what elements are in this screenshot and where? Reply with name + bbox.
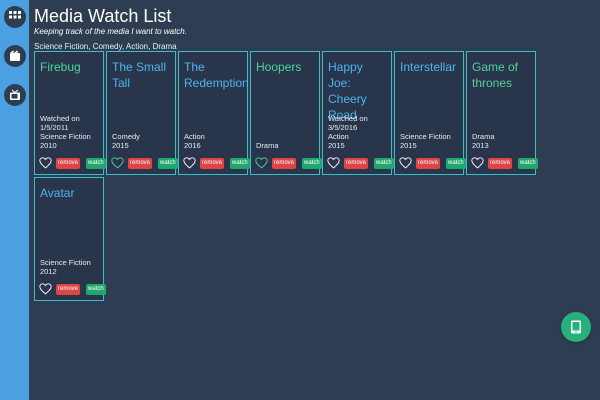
remove-button[interactable]: remove (128, 157, 153, 169)
watch-button[interactable]: watch (230, 157, 250, 169)
grid-icon (9, 11, 21, 19)
remove-button[interactable]: remove (56, 157, 81, 169)
tv-icon (10, 89, 20, 100)
heart-icon[interactable] (39, 157, 52, 169)
card-actions: remove watch (255, 157, 322, 169)
media-card: The Redemption Action 2016 remove watch (178, 51, 250, 175)
media-info: Action 2016 (184, 132, 205, 150)
watch-button[interactable]: watch (446, 157, 466, 169)
media-title[interactable]: Game of thrones (472, 59, 532, 91)
watch-button[interactable]: watch (86, 157, 106, 169)
watch-button[interactable]: watch (374, 157, 394, 169)
media-title[interactable]: Hoopers (256, 59, 316, 75)
remove-button[interactable]: remove (416, 157, 441, 169)
media-info-line: Watched on (328, 114, 368, 123)
media-title[interactable]: The Small Tall (112, 59, 172, 91)
heart-icon[interactable] (255, 157, 268, 169)
media-info-line: Action (184, 132, 205, 141)
page-subtitle: Keeping track of the media I want to wat… (34, 27, 187, 36)
media-info-line: 3/5/2016 (328, 123, 358, 132)
watch-button[interactable]: watch (158, 157, 178, 169)
heart-icon[interactable] (39, 283, 52, 295)
phone-icon (571, 320, 581, 334)
heart-icon[interactable] (399, 157, 412, 169)
heart-icon[interactable] (471, 157, 484, 169)
media-card: Happy Joe: Cheery Road Watched on 3/5/2016… (322, 51, 394, 175)
add-media-button[interactable] (561, 312, 591, 342)
media-info-line: 2015 (328, 141, 345, 150)
tv-shows-button[interactable] (4, 84, 26, 106)
media-info-line: Watched on (40, 114, 80, 123)
heart-icon[interactable] (327, 157, 340, 169)
card-actions: remove watch (327, 157, 394, 169)
page-header: Media Watch List Keeping track of the me… (34, 6, 187, 36)
watch-button[interactable]: watch (518, 157, 538, 169)
card-actions: remove watch (39, 157, 106, 169)
media-info-line: 2010 (40, 141, 57, 150)
card-actions: remove watch (39, 283, 106, 295)
media-info-line: 2015 (112, 141, 129, 150)
card-actions: remove watch (399, 157, 466, 169)
media-info: Drama (256, 141, 279, 150)
media-info-line: 2016 (184, 141, 201, 150)
media-card: Hoopers Drama remove watch (250, 51, 322, 175)
media-card: Interstellar Science Fiction 2015 remove wat… (394, 51, 466, 175)
remove-button[interactable]: remove (56, 283, 81, 295)
media-info: Science Fiction 2015 (400, 132, 451, 150)
media-info: Watched on 1/5/2011 Science Fiction 2010 (40, 114, 91, 150)
media-info-line: 2013 (472, 141, 489, 150)
watch-button[interactable]: watch (302, 157, 322, 169)
remove-button[interactable]: remove (200, 157, 225, 169)
card-actions: remove watch (471, 157, 538, 169)
media-info: Comedy 2015 (112, 132, 140, 150)
remove-button[interactable]: remove (272, 157, 297, 169)
media-info-line: Comedy (112, 132, 140, 141)
media-info-line: Science Fiction (40, 132, 91, 141)
media-card: Firebug Watched on 1/5/2011 Science Fiction… (34, 51, 106, 175)
media-info-line: Science Fiction (400, 132, 451, 141)
genre-list: Science Fiction, Comedy, Action, Drama (34, 42, 177, 51)
media-card: Game of thrones Drama 2013 remove watch (466, 51, 538, 175)
media-info-line: 1/5/2011 (40, 123, 69, 132)
media-card: Avatar Science Fiction 2012 remove watch (34, 177, 106, 301)
media-info-line: Science Fiction (40, 258, 91, 267)
media-title[interactable]: Interstellar (400, 59, 460, 75)
heart-icon[interactable] (111, 157, 124, 169)
media-info: Watched on 3/5/2016 Action 2015 (328, 114, 368, 150)
media-title[interactable]: Firebug (40, 59, 100, 75)
media-info: Drama 2013 (472, 132, 495, 150)
media-card: The Small Tall Comedy 2015 remove watch (106, 51, 178, 175)
media-title[interactable]: The Redemption (184, 59, 249, 91)
media-title[interactable]: Avatar (40, 185, 100, 201)
media-info-line: 2015 (400, 141, 417, 150)
page-title: Media Watch List (34, 6, 172, 26)
card-actions: remove watch (183, 157, 250, 169)
grid-view-button[interactable] (4, 6, 26, 28)
film-icon (10, 50, 20, 61)
media-info-line: 2012 (40, 267, 57, 276)
remove-button[interactable]: remove (488, 157, 513, 169)
card-actions: remove watch (111, 157, 178, 169)
media-info-line: Action (328, 132, 349, 141)
watch-button[interactable]: watch (86, 283, 106, 295)
heart-icon[interactable] (183, 157, 196, 169)
media-grid: Firebug Watched on 1/5/2011 Science Fiction… (34, 51, 540, 301)
media-info: Science Fiction 2012 (40, 258, 91, 276)
movies-button[interactable] (4, 45, 26, 67)
media-info-line: Drama (256, 141, 279, 150)
media-info-line: Drama (472, 132, 495, 141)
remove-button[interactable]: remove (344, 157, 369, 169)
sidebar (0, 0, 29, 400)
